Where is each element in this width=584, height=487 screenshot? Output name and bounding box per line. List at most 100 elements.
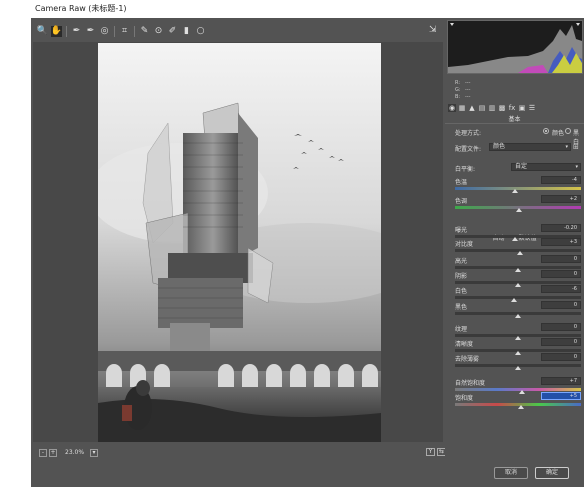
- vibrance-track[interactable]: [455, 388, 581, 391]
- radial-filter-tool-icon[interactable]: ○: [195, 26, 206, 37]
- blacks-label: 黑色: [455, 304, 468, 311]
- zoom-tool-icon[interactable]: 🔍: [37, 26, 48, 37]
- white-balance-label: 白平衡:: [455, 166, 476, 173]
- tab-basic-icon[interactable]: ◉: [448, 104, 456, 112]
- crop-tool-icon[interactable]: ⌗: [119, 26, 130, 37]
- dialog-footer: 取消 确定: [31, 460, 584, 487]
- saturation-label: 饱和度: [455, 395, 474, 402]
- window-title: Camera Raw (未标题-1): [31, 0, 584, 18]
- r-value: ---: [465, 80, 471, 86]
- saturation-value[interactable]: +5: [541, 392, 581, 400]
- treatment-color-label: 颜色: [552, 130, 565, 137]
- ok-button[interactable]: 确定: [535, 467, 569, 479]
- hand-tool-icon[interactable]: ✋: [51, 25, 62, 37]
- b-label: B:: [455, 94, 461, 100]
- cancel-button[interactable]: 取消: [494, 467, 528, 479]
- texture-label: 纹理: [455, 326, 468, 333]
- zoom-dropdown-icon[interactable]: ▾: [90, 448, 99, 457]
- g-value: ---: [465, 87, 471, 93]
- dehaze-label: 去除薄雾: [455, 356, 480, 363]
- white-balance-value: 自定: [515, 163, 528, 170]
- graduated-filter-tool-icon[interactable]: ▮: [181, 26, 192, 37]
- highlights-value[interactable]: 0: [541, 255, 581, 263]
- contrast-value[interactable]: +3: [541, 238, 581, 246]
- toolbar-divider: [66, 25, 67, 37]
- tab-presets-icon[interactable]: ☰: [528, 104, 536, 112]
- temp-thumb[interactable]: [512, 189, 519, 193]
- highlights-label: 高光: [455, 258, 468, 265]
- profile-select[interactable]: 颜色 ▾: [489, 143, 571, 151]
- vibrance-label: 自然饱和度: [455, 380, 486, 387]
- preview-image: [98, 43, 381, 442]
- adjustment-brush-tool-icon[interactable]: ✐: [167, 26, 178, 37]
- toolbar-divider: [134, 25, 135, 37]
- treatment-color-radio[interactable]: [543, 128, 549, 134]
- whites-track[interactable]: [455, 296, 581, 299]
- treatment-label: 处理方式:: [455, 130, 482, 137]
- targeted-adjustment-tool-icon[interactable]: ◎: [99, 26, 110, 37]
- dehaze-thumb[interactable]: [515, 366, 521, 370]
- zoom-out-button[interactable]: -: [39, 448, 47, 457]
- architecture-photo: [98, 43, 381, 442]
- tab-lens-icon[interactable]: ▩: [498, 104, 506, 112]
- tint-thumb[interactable]: [515, 208, 522, 212]
- profile-browser-icon[interactable]: ⊞: [573, 143, 581, 151]
- tab-split-toning-icon[interactable]: ▥: [488, 104, 496, 112]
- tab-tone-curve-icon[interactable]: ▦: [458, 104, 466, 112]
- section-title: 基本: [445, 115, 584, 124]
- toolbar: 🔍 ✋ ✒ ✒ ◎ ⌗ ✎ ⊙ ✐ ▮ ○: [31, 22, 443, 40]
- white-balance-tool-icon[interactable]: ✒: [71, 26, 82, 37]
- blacks-thumb[interactable]: [515, 314, 521, 318]
- whites-label: 白色: [455, 288, 468, 295]
- clarity-label: 清晰度: [455, 341, 474, 348]
- temp-value[interactable]: -4: [541, 176, 581, 184]
- g-label: G:: [455, 87, 461, 93]
- b-value: ---: [465, 94, 471, 100]
- adjustment-panel: R: --- G: --- B: --- ◉ ▦ ▲ ▤ ▥ ▩ fx ▣ ☰ 基本 …: [445, 18, 584, 460]
- panel-tabs: ◉ ▦ ▲ ▤ ▥ ▩ fx ▣ ☰: [448, 103, 582, 113]
- shadows-label: 阴影: [455, 273, 468, 280]
- preview-canvas[interactable]: [33, 42, 443, 442]
- profile-value: 颜色: [493, 143, 506, 150]
- histogram-graph: [448, 23, 582, 73]
- shadows-value[interactable]: 0: [541, 270, 581, 278]
- temp-label: 色温: [455, 179, 468, 186]
- tab-detail-icon[interactable]: ▲: [468, 104, 476, 112]
- dehaze-slider[interactable]: 去除薄雾 0: [445, 353, 584, 374]
- tint-slider[interactable]: 色调 +2: [445, 195, 584, 216]
- blacks-value[interactable]: 0: [541, 301, 581, 309]
- fullscreen-icon[interactable]: ⇲: [429, 25, 440, 36]
- temp-slider[interactable]: 色温 -4: [445, 176, 584, 197]
- exposure-value[interactable]: -0.20: [541, 224, 581, 232]
- zoom-level[interactable]: 23.0%: [65, 449, 84, 456]
- zoom-bar: - + 23.0% ▾: [33, 446, 443, 459]
- texture-value[interactable]: 0: [541, 323, 581, 331]
- chevron-down-icon: ▾: [575, 164, 578, 170]
- whites-value[interactable]: -6: [541, 285, 581, 293]
- exposure-label: 曝光: [455, 227, 468, 234]
- zoom-in-button[interactable]: +: [49, 448, 57, 457]
- white-balance-select[interactable]: 自定 ▾: [511, 163, 581, 171]
- tint-value[interactable]: +2: [541, 195, 581, 203]
- blacks-slider[interactable]: 黑色 0: [445, 301, 584, 322]
- spot-removal-tool-icon[interactable]: ✎: [139, 26, 150, 37]
- treatment-bw-radio[interactable]: [565, 128, 571, 134]
- red-eye-tool-icon[interactable]: ⊙: [153, 26, 164, 37]
- before-after-toggle-button[interactable]: Y: [426, 448, 435, 456]
- rgb-readout: R: --- G: --- B: ---: [455, 80, 475, 101]
- tab-hsl-icon[interactable]: ▤: [478, 104, 486, 112]
- saturation-slider[interactable]: 饱和度 +5: [445, 392, 584, 413]
- clarity-value[interactable]: 0: [541, 338, 581, 346]
- tab-effects-icon[interactable]: fx: [508, 104, 516, 112]
- color-sampler-tool-icon[interactable]: ✒: [85, 26, 96, 37]
- contrast-thumb[interactable]: [516, 251, 523, 255]
- histogram: [447, 20, 583, 74]
- toolbar-divider: [114, 25, 115, 37]
- tint-label: 色调: [455, 198, 468, 205]
- dehaze-value[interactable]: 0: [541, 353, 581, 361]
- tab-calibration-icon[interactable]: ▣: [518, 104, 526, 112]
- r-label: R:: [455, 80, 461, 86]
- vibrance-value[interactable]: +7: [541, 377, 581, 385]
- contrast-label: 对比度: [455, 241, 474, 248]
- saturation-thumb[interactable]: [518, 405, 525, 409]
